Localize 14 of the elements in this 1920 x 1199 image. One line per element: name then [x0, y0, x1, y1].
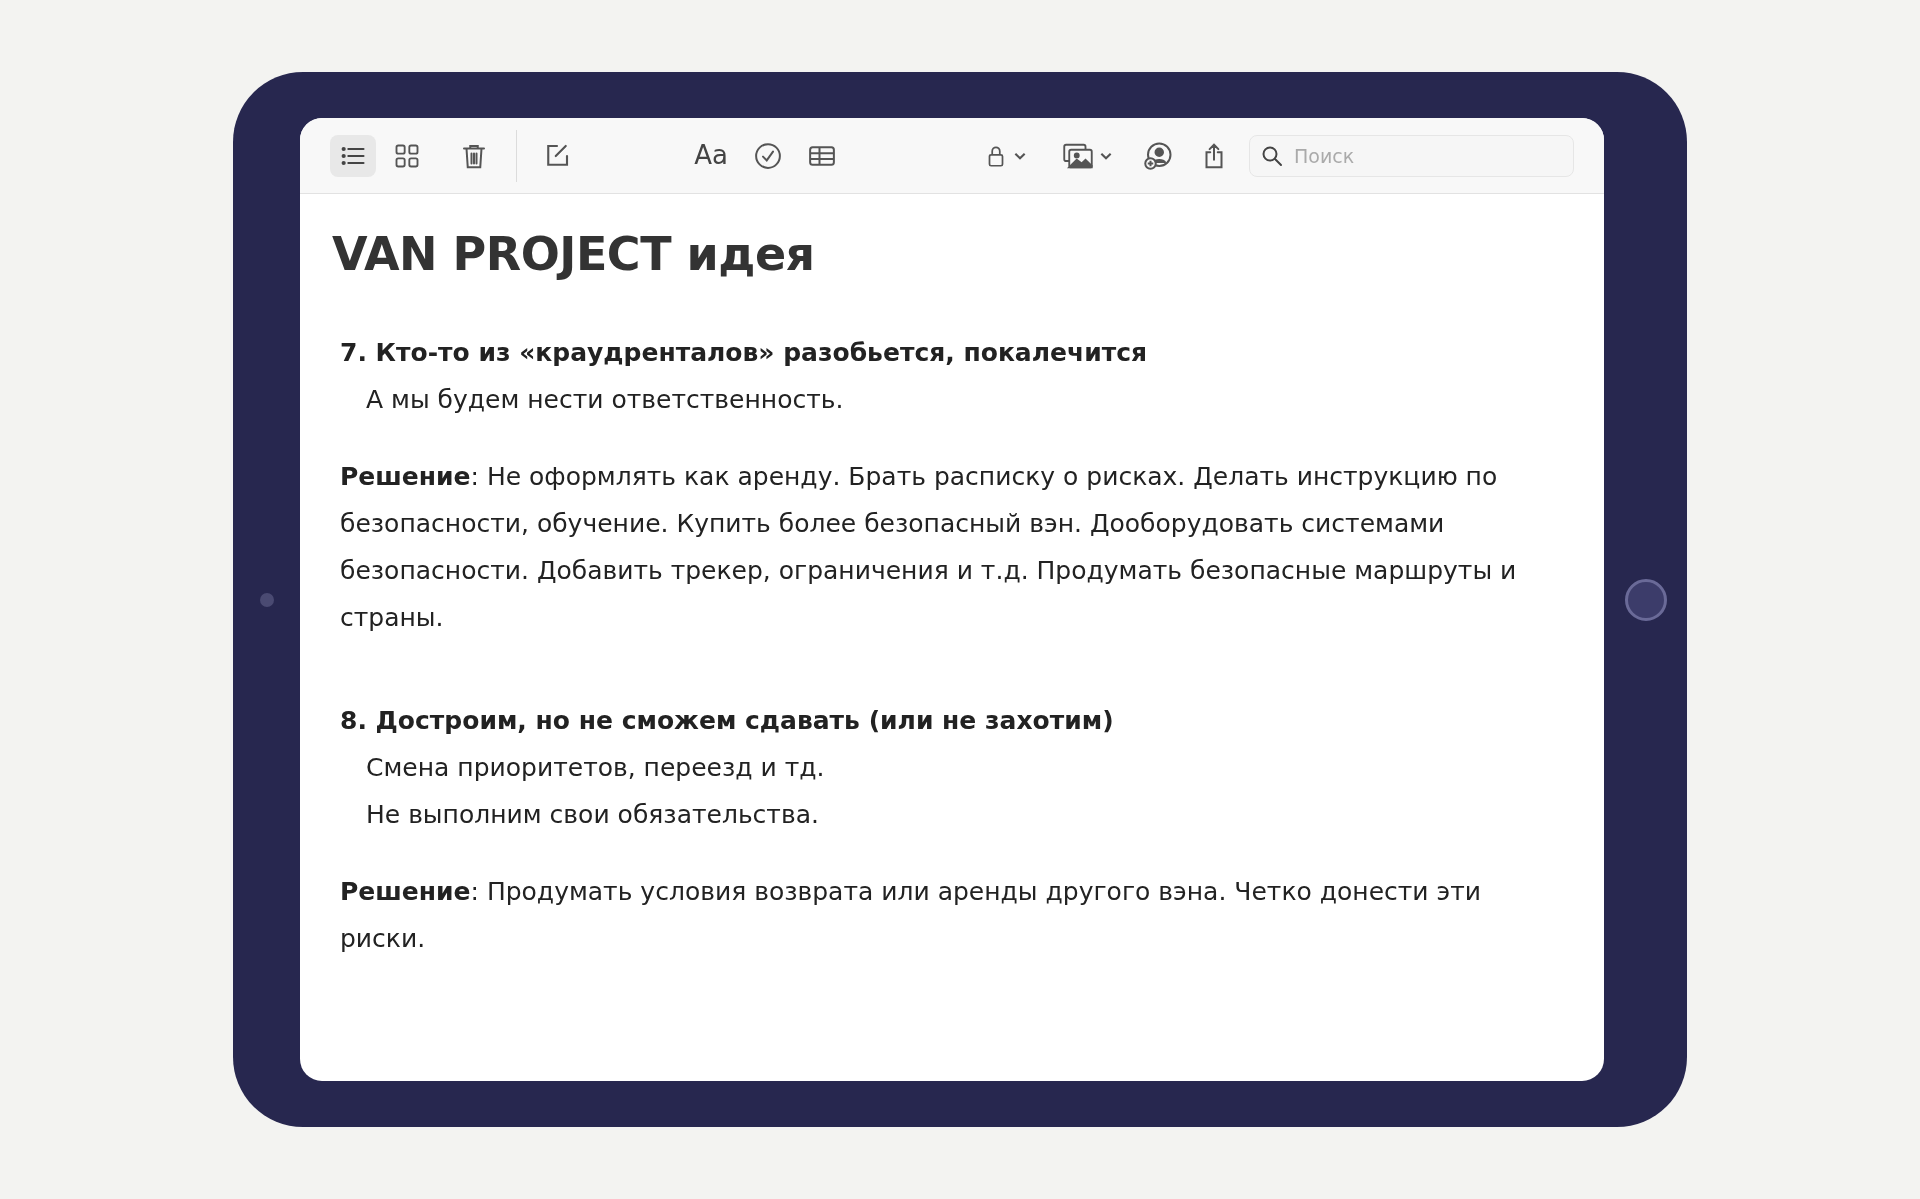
note-line: Не выполним свои обязательства.	[365, 799, 820, 831]
section-heading: 7. Кто-то из «краудренталов» разобьется, покалечится	[340, 337, 1149, 369]
note-line: А мы будем нести ответственность.	[365, 384, 845, 416]
section-heading: 8. Достроим, но не сможем сдавать (или не захотим)	[340, 705, 1115, 737]
checkmark-circle-icon	[753, 140, 783, 171]
solution-paragraph: Решение: Продумать условия возврата или аренды другого вэна. Четко донести эти риски.	[340, 876, 1483, 955]
person-add-icon	[1143, 140, 1173, 171]
note-line: Смена приоритетов, переезд и тд.	[365, 752, 826, 784]
view-mode-button[interactable]	[330, 134, 376, 177]
note-title: VAN PROJECT идея	[332, 226, 816, 283]
search-field[interactable]: Поиск	[1249, 134, 1574, 177]
format-button[interactable]: Aa	[687, 134, 735, 177]
solution-paragraph: Решение: Не оформлять как аренду. Брать расписку о рисках. Делать инструкцию по безопасности, обучение. Купить более безопасный вэн. Дооборудовать системами безопасности. Добавить трекер, ограничения и т.д. Продумать безопасные маршруты и страны.	[340, 461, 1518, 634]
home-button[interactable]	[1624, 578, 1667, 621]
